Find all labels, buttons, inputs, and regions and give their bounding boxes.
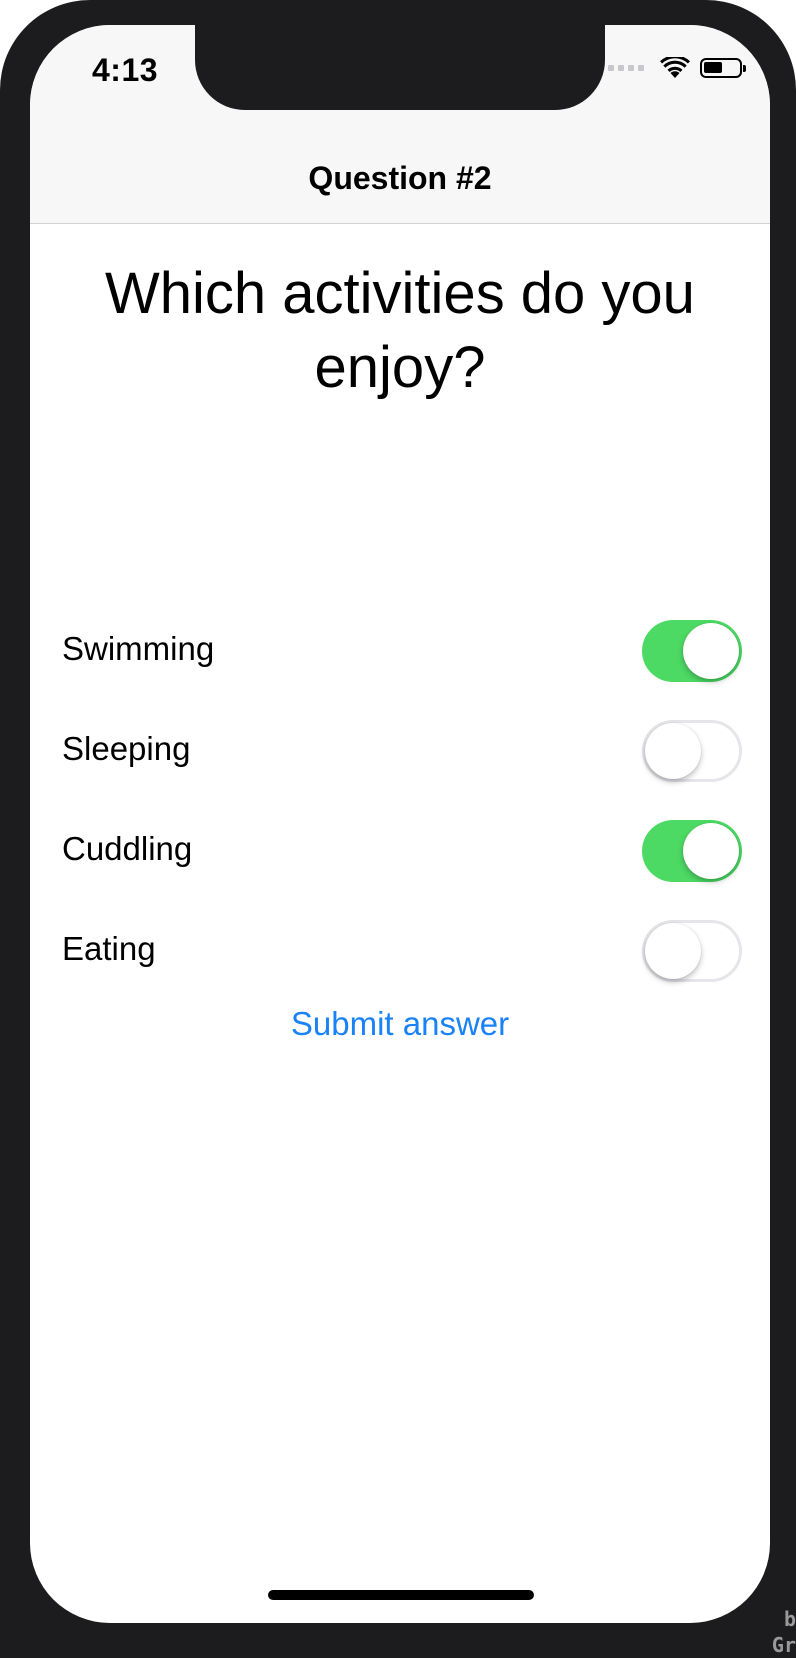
option-row-cuddling: Cuddling: [30, 800, 770, 900]
status-time: 4:13: [92, 52, 159, 88]
home-indicator[interactable]: [268, 1590, 534, 1600]
toggle-knob: [683, 623, 739, 679]
battery-icon: [700, 58, 746, 78]
toggle-sleeping[interactable]: [642, 720, 742, 782]
option-label: Cuddling: [62, 830, 193, 867]
question-text: Which activities do you enjoy?: [105, 261, 695, 400]
option-row-eating: Eating: [30, 900, 770, 1000]
corner-watermark-line: Gr: [771, 1633, 796, 1657]
toggle-knob: [645, 923, 701, 979]
status-icons: [608, 57, 746, 79]
option-row-sleeping: Sleeping: [30, 700, 770, 800]
corner-watermark: b Gr: [766, 1606, 796, 1658]
nav-title: Question #2: [308, 160, 492, 196]
phone-screen: 4:13 Question #2 Which activities do you…: [30, 25, 770, 1623]
option-label: Sleeping: [62, 730, 191, 767]
option-label: Eating: [62, 930, 156, 967]
options-list: Swimming Sleeping Cuddling Eating: [30, 600, 770, 1000]
device-frame: 4:13 Question #2 Which activities do you…: [0, 0, 796, 1658]
navigation-bar: Question #2: [30, 120, 770, 224]
option-label: Swimming: [62, 630, 215, 667]
option-row-swimming: Swimming: [30, 600, 770, 700]
corner-watermark-line: b: [783, 1607, 796, 1631]
toggle-eating[interactable]: [642, 920, 742, 982]
cellular-signal-icon: [608, 65, 644, 71]
toggle-knob: [683, 823, 739, 879]
device-notch: [195, 25, 605, 110]
toggle-knob: [645, 723, 701, 779]
battery-level: [704, 62, 722, 73]
wifi-icon: [660, 57, 690, 78]
toggle-swimming[interactable]: [642, 620, 742, 682]
toggle-cuddling[interactable]: [642, 820, 742, 882]
submit-answer-button[interactable]: Submit answer: [30, 1005, 770, 1043]
